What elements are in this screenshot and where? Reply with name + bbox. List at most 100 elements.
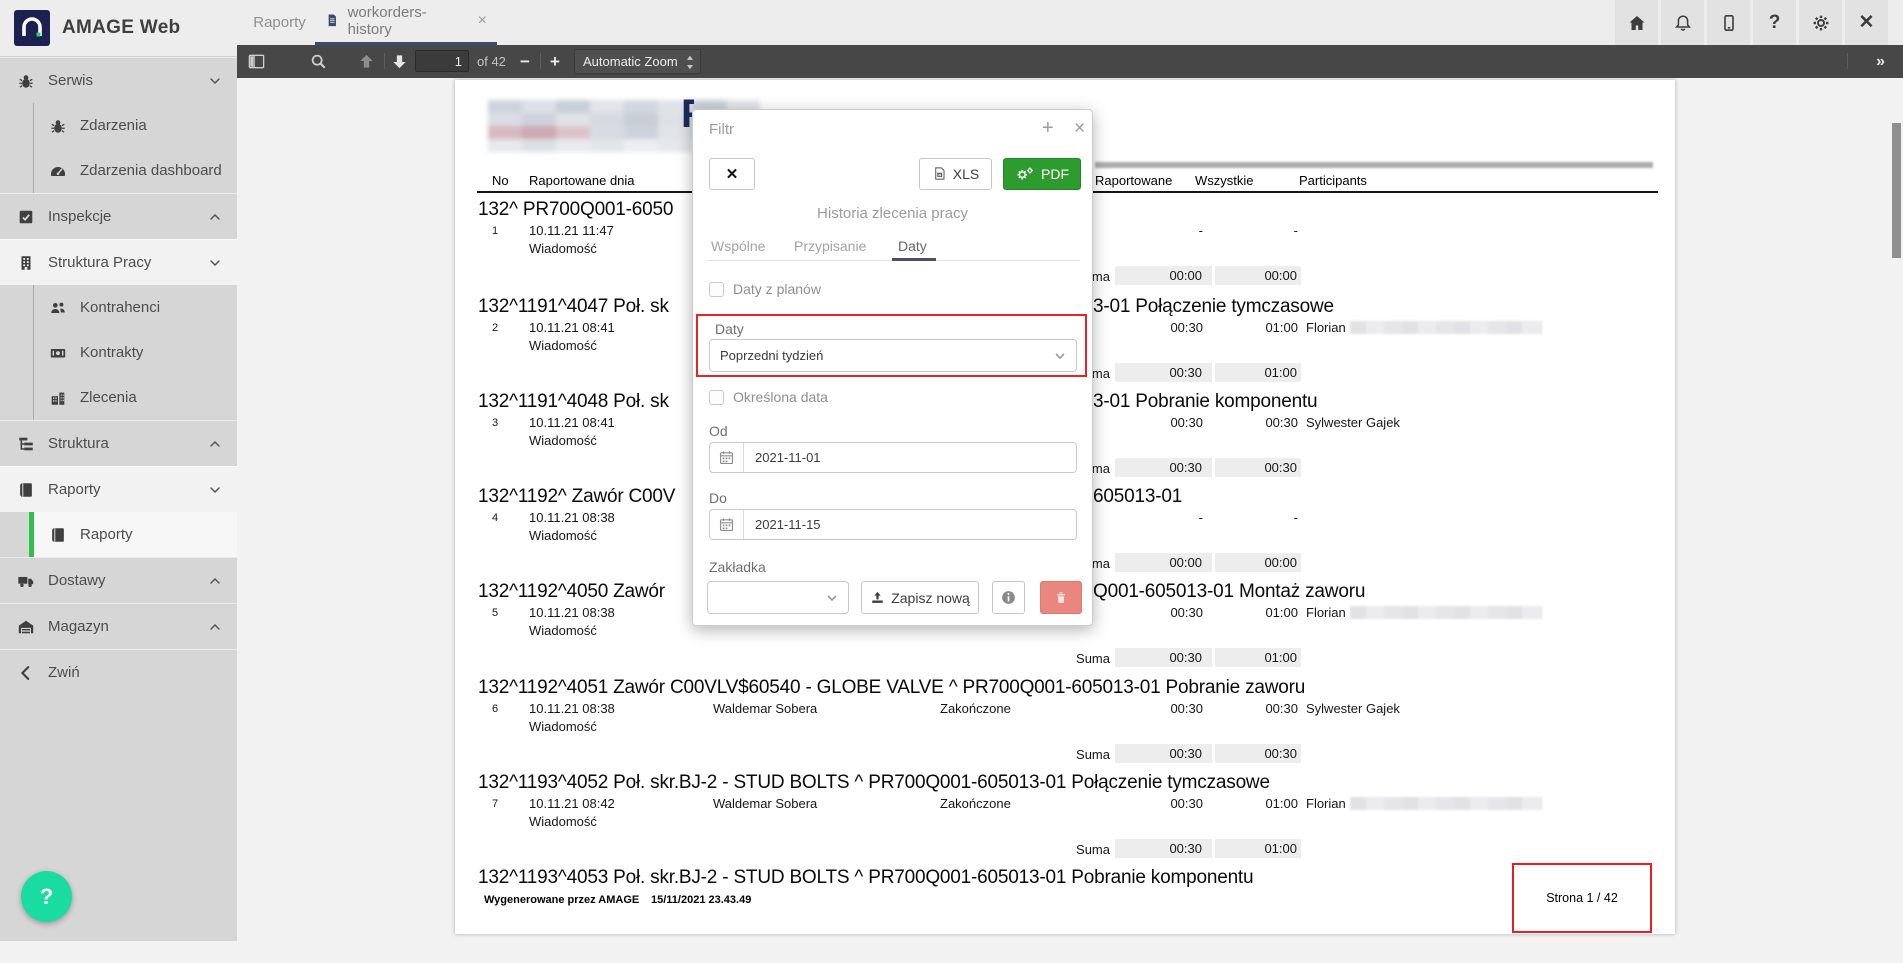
sidebar-group: Zdarzenia Zdarzenia dashboard	[33, 103, 237, 193]
warehouse-icon	[17, 618, 35, 636]
entry-raportowane: 00:30	[1103, 415, 1203, 430]
factory-icon	[49, 389, 67, 407]
building-icon	[17, 254, 35, 272]
entry-message: Wiadomość	[529, 814, 597, 829]
od-date-input[interactable]: 2021-11-01	[709, 442, 1077, 473]
mobile-phone-icon	[1719, 13, 1739, 33]
entry-wszystkie: 00:30	[1213, 415, 1298, 430]
entry-date: 10.11.21 11:47	[529, 223, 614, 238]
column-header-no: No	[492, 173, 509, 188]
home-button[interactable]	[1615, 0, 1658, 45]
tab-workorders-history[interactable]: workorders-history ×	[315, 0, 497, 45]
active-tab-underline	[892, 258, 936, 261]
toolbar-more-button[interactable]: »	[1876, 45, 1885, 78]
sidebar-item-dostawy[interactable]: Dostawy	[0, 557, 237, 603]
tab-close-icon[interactable]: ×	[478, 12, 487, 30]
sidebar-item-magazyn[interactable]: Magazyn	[0, 603, 237, 649]
save-bookmark-label: Zapisz nową	[891, 590, 970, 606]
help-fab-button[interactable]: ?	[21, 871, 72, 922]
info-icon	[1000, 589, 1017, 606]
do-date-input[interactable]: 2021-11-15	[709, 509, 1077, 540]
toolbar-divider	[1847, 53, 1848, 69]
sidebar-item-struktura[interactable]: Struktura	[0, 420, 237, 466]
sidebar-nav: Serwis Zdarzenia Zdarzenia dashboardInspek…	[0, 57, 237, 695]
zoom-out-button[interactable]: −	[520, 45, 530, 78]
daty-select[interactable]: Poprzedni tydzień	[709, 339, 1077, 372]
excel-file-icon	[932, 166, 947, 183]
sidebar-item-inspekcje[interactable]: Inspekcje	[0, 193, 237, 239]
sidebar-item-struktura-pracy[interactable]: Struktura Pracy	[0, 239, 237, 285]
page-down-button[interactable]	[390, 45, 409, 78]
sidebar-item-kontrakty[interactable]: Kontrakty	[34, 330, 237, 375]
sidebar-item-label: Raporty	[48, 481, 194, 498]
sidebar-item-zwiń[interactable]: Zwiń	[0, 649, 237, 695]
check-icon	[17, 208, 35, 226]
dialog-cancel-button[interactable]: ✕	[709, 158, 755, 190]
sidebar-item-kontrahenci[interactable]: Kontrahenci	[34, 285, 237, 330]
page-up-button[interactable]	[357, 45, 376, 78]
page-number-input[interactable]	[415, 50, 469, 72]
checkbox-okreslona-data[interactable]	[709, 390, 724, 405]
tab-raporty[interactable]: Raporty	[237, 0, 322, 45]
spinner-arrows-icon	[684, 53, 696, 71]
bug-icon	[49, 117, 67, 135]
mobile-button[interactable]	[1707, 0, 1750, 45]
redacted-participant	[1350, 797, 1542, 810]
report-footer-generated: Wygenerowane przez AMAGE	[484, 894, 639, 906]
sidebar-item-label: Zdarzenia	[80, 117, 237, 134]
entry-participant: Florian	[1306, 320, 1346, 335]
sidebar-toggle-button[interactable]	[247, 45, 266, 78]
sidebar-item-label: Zlecenia	[80, 389, 237, 406]
zoom-in-button[interactable]: +	[550, 45, 560, 78]
export-pdf-button[interactable]: PDF	[1003, 158, 1081, 190]
dialog-tab-wspolne[interactable]: Wspólne	[711, 238, 765, 254]
calendar-icon	[710, 443, 744, 472]
document-icon	[325, 13, 340, 30]
zoom-select[interactable]: Automatic Zoom	[574, 49, 701, 74]
dialog-close-icon[interactable]: ×	[1074, 118, 1085, 140]
entry-suma-wszystkie: 01:00	[1215, 648, 1301, 667]
checkbox-daty-z-planow[interactable]	[709, 282, 724, 297]
redacted-participant	[1350, 606, 1542, 619]
entry-title: 132^1192^ Zawór C00V	[478, 486, 675, 508]
zakladka-select[interactable]	[707, 581, 849, 614]
entry-message: Wiadomość	[529, 241, 597, 256]
dialog-tab-przypisanie[interactable]: Przypisanie	[794, 238, 866, 254]
page-number-badge: Strona 1 / 42	[1512, 863, 1652, 933]
bell-icon	[1673, 13, 1693, 33]
sidebar-item-label: Zwiń	[48, 664, 237, 681]
sidebar-item-raporty[interactable]: Raporty	[34, 512, 237, 557]
dialog-tab-daty[interactable]: Daty	[898, 238, 927, 254]
export-xls-button[interactable]: XLS	[919, 158, 992, 190]
do-label: Do	[709, 490, 727, 506]
entry-suma-raportowane: 00:30	[1115, 458, 1212, 477]
entry-status: Zakończone	[940, 701, 1011, 716]
sidebar-item-zdarzenia-dashboard[interactable]: Zdarzenia dashboard	[34, 148, 237, 193]
entry-date: 10.11.21 08:41	[529, 320, 615, 335]
scrollbar-thumb[interactable]	[1892, 123, 1901, 258]
users-icon	[49, 299, 67, 317]
sidebar-item-zdarzenia[interactable]: Zdarzenia	[34, 103, 237, 148]
gauge-icon	[49, 162, 67, 180]
sidebar-item-raporty[interactable]: Raporty	[0, 466, 237, 512]
entry-title-continued: 3-01 Połączenie tymczasowe	[1093, 296, 1334, 318]
sidebar-item-label: Struktura Pracy	[48, 254, 194, 271]
chevron-down-icon	[207, 482, 223, 498]
delete-bookmark-button[interactable]	[1040, 581, 1082, 614]
entry-suma-wszystkie: 00:30	[1215, 744, 1301, 763]
dialog-expand-button[interactable]: +	[1042, 117, 1054, 140]
search-icon[interactable]	[309, 45, 328, 78]
help-button[interactable]: ?	[1753, 0, 1796, 45]
entry-title-continued: Q001-605013-01 Montaż zaworu	[1093, 581, 1365, 603]
info-button[interactable]	[992, 581, 1025, 614]
sidebar-item-zlecenia[interactable]: Zlecenia	[34, 375, 237, 420]
entry-number: 7	[492, 798, 498, 810]
sidebar-item-serwis[interactable]: Serwis	[0, 57, 237, 103]
save-bookmark-button[interactable]: Zapisz nową	[861, 581, 979, 614]
close-app-button[interactable]: ✕	[1845, 0, 1888, 45]
chevron-down-icon	[1052, 348, 1068, 364]
notifications-button[interactable]	[1661, 0, 1704, 45]
gears-icon	[1015, 166, 1035, 183]
entry-raportowane: 00:30	[1103, 701, 1203, 716]
settings-button[interactable]	[1799, 0, 1842, 45]
